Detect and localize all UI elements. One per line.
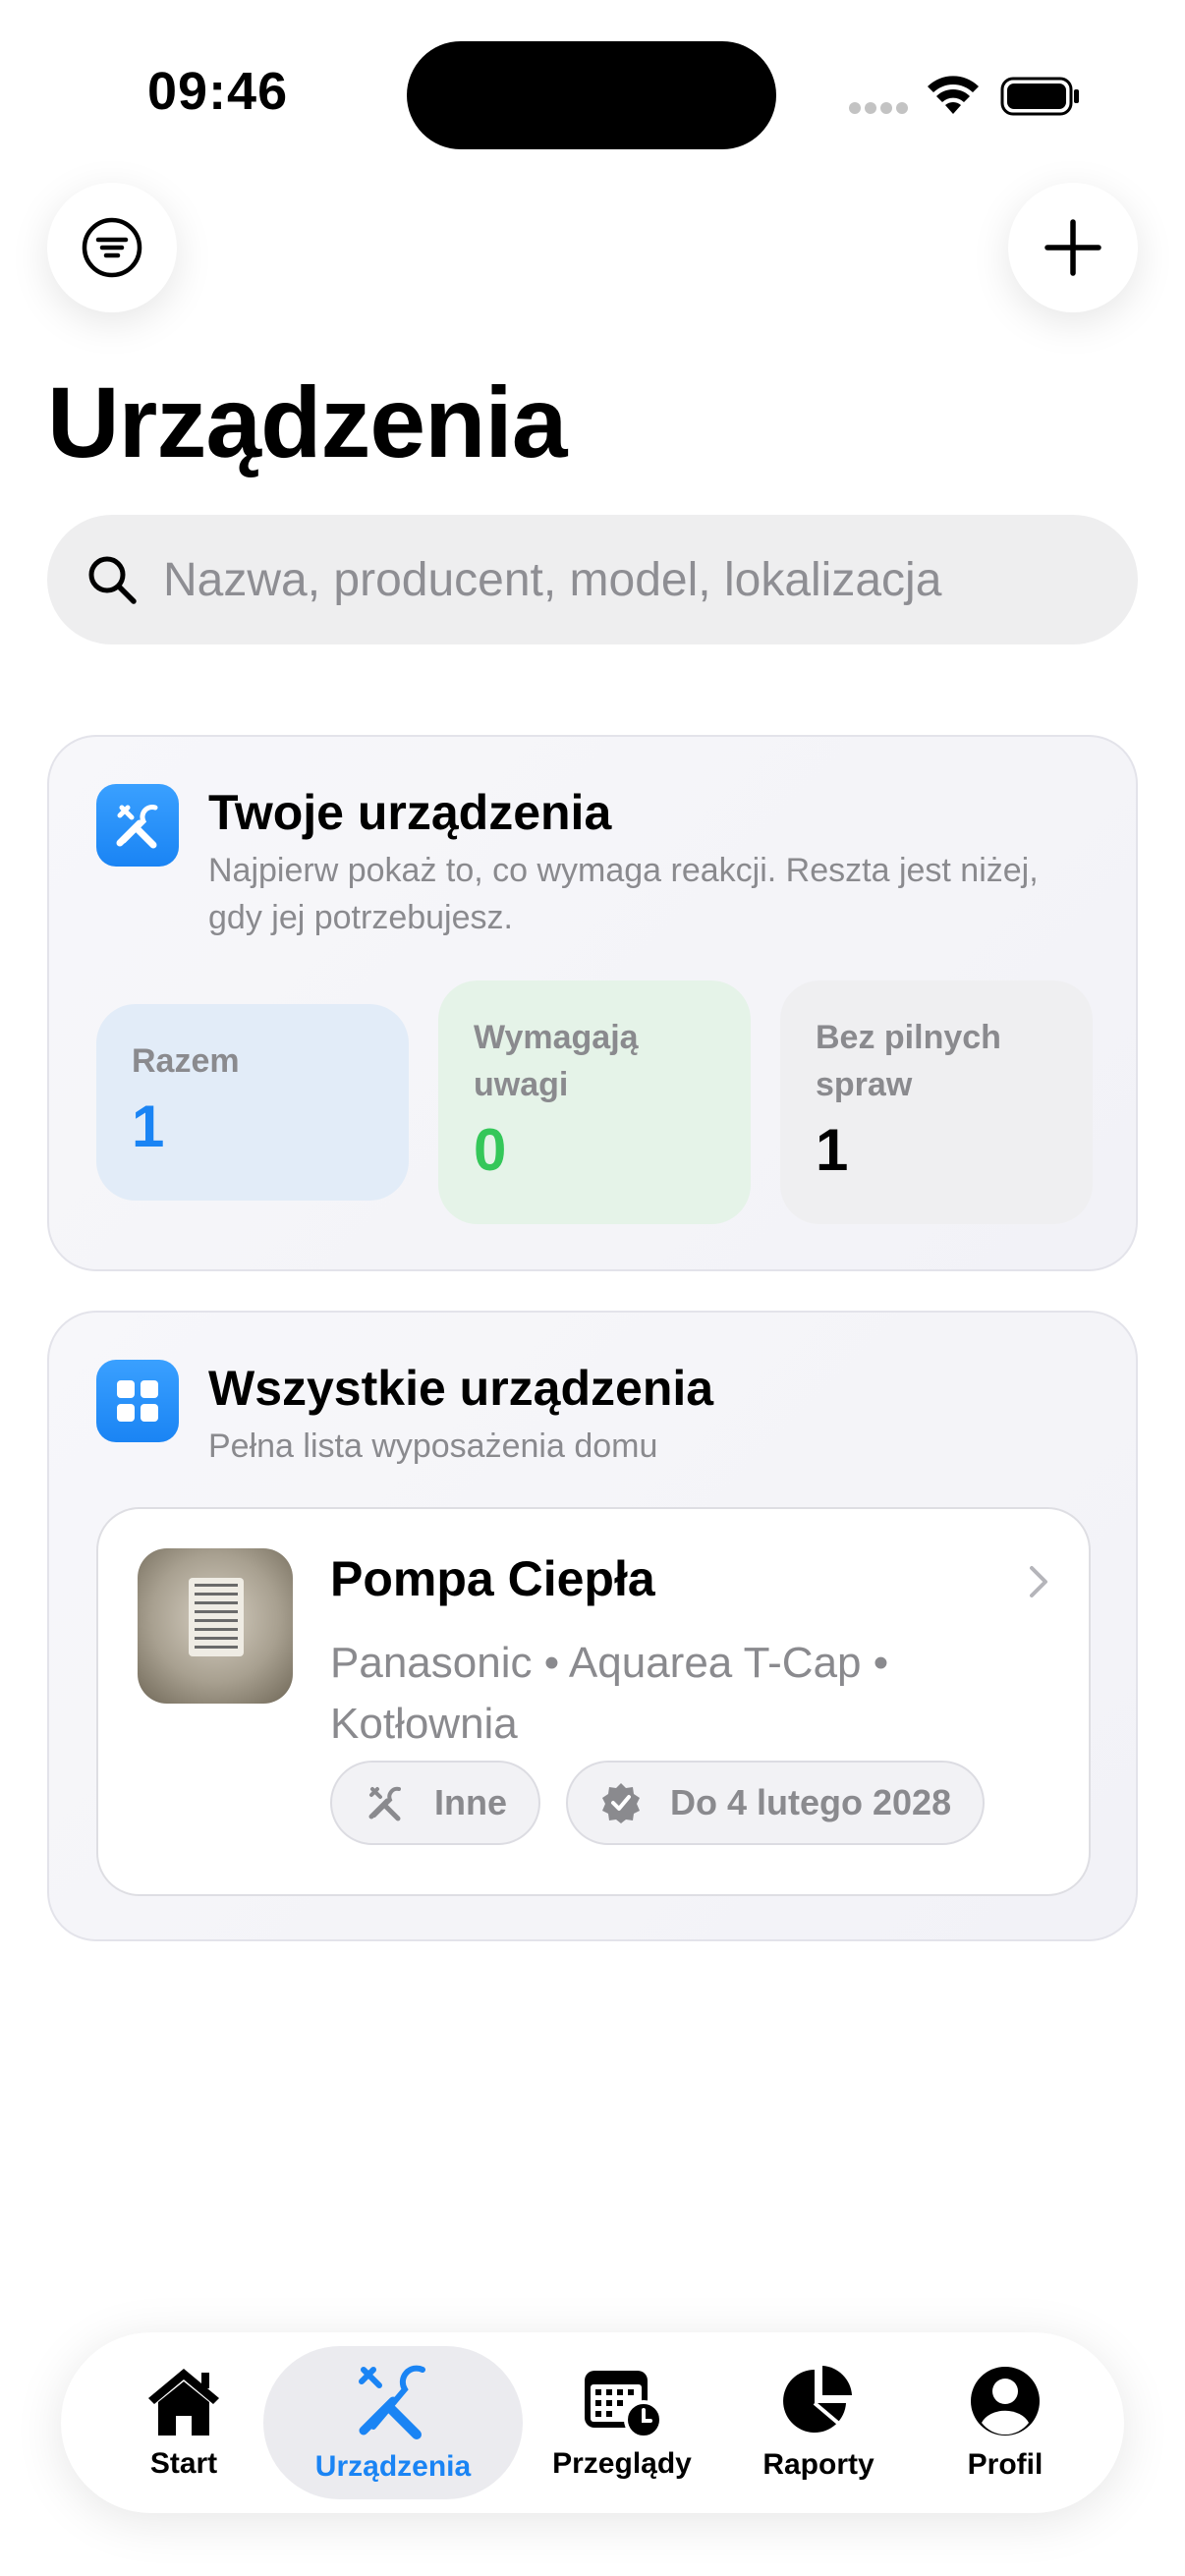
all-devices-card: Wszystkie urządzenia Pełna lista wyposaż…: [47, 1311, 1138, 1941]
stat-label: Razem: [132, 1042, 240, 1080]
tab-urzadzenia[interactable]: Urządzenia: [263, 2332, 523, 2513]
tools-icon: [368, 1786, 401, 1821]
stat-label: Bez pilnych spraw: [816, 1019, 1001, 1103]
page-title: Urządzenia: [47, 366, 567, 478]
search-icon: [88, 556, 137, 604]
all-devices-title: Wszystkie urządzenia: [208, 1361, 714, 1416]
device-list-item[interactable]: Pompa Ciepła Panasonic • Aquarea T-Cap •…: [96, 1507, 1091, 1896]
category-chip: Inne: [330, 1761, 541, 1845]
filter-button[interactable]: [47, 183, 177, 312]
tab-label: Profil: [967, 2448, 1044, 2481]
device-photo: [138, 1548, 293, 1704]
tools-icon: [359, 2365, 425, 2439]
stat-value: 1: [132, 1093, 165, 1159]
search-bar[interactable]: [47, 515, 1138, 644]
tab-label: Przeglądy: [552, 2447, 692, 2480]
filter-icon: [82, 217, 142, 278]
tab-bar: Start Urządzenia Przeglądy Raporty Profi…: [61, 2332, 1124, 2513]
calendar-clock-icon: [585, 2371, 663, 2437]
stat-value: 0: [474, 1117, 507, 1183]
chip-label: Do 4 lutego 2028: [670, 1782, 952, 1822]
tab-raporty[interactable]: Raporty: [725, 2332, 912, 2513]
stat-no-urgent[interactable]: Bez pilnych spraw 1: [780, 980, 1093, 1224]
cellular-signal-icon: [849, 102, 908, 116]
all-devices-subtitle: Pełna lista wyposażenia domu: [208, 1428, 658, 1465]
person-icon: [971, 2367, 1040, 2436]
chevron-right-icon: [1030, 1566, 1047, 1597]
add-device-button[interactable]: [1008, 183, 1138, 312]
summary-card-title: Twoje urządzenia: [208, 785, 612, 840]
tab-label: Urządzenia: [314, 2450, 472, 2483]
summary-card: Twoje urządzenia Najpierw pokaż to, co w…: [47, 735, 1138, 1271]
warranty-chip: Do 4 lutego 2028: [566, 1761, 986, 1845]
dynamic-island: [407, 41, 776, 149]
grid-icon: [96, 1360, 179, 1442]
house-icon: [148, 2369, 219, 2436]
plus-icon: [1044, 219, 1101, 276]
tab-label: Start: [149, 2447, 218, 2480]
stat-total[interactable]: Razem 1: [96, 1004, 409, 1201]
stat-label: Wymagają uwagi: [474, 1019, 639, 1103]
stat-value: 1: [816, 1117, 849, 1183]
tab-label: Raporty: [762, 2448, 875, 2481]
chip-label: Inne: [434, 1782, 508, 1822]
status-time: 09:46: [147, 62, 289, 121]
tools-icon: [96, 784, 179, 867]
tab-profil[interactable]: Profil: [912, 2332, 1099, 2513]
search-input[interactable]: [163, 552, 1106, 607]
verified-badge-icon: [602, 1783, 640, 1823]
battery-icon: [1000, 77, 1079, 116]
pie-chart-icon: [783, 2366, 852, 2433]
device-name: Pompa Ciepła: [330, 1551, 655, 1606]
device-meta: Panasonic • Aquarea T-Cap • Kotłownia: [330, 1639, 889, 1748]
summary-card-subtitle: Najpierw pokaż to, co wymaga reakcji. Re…: [208, 852, 1039, 936]
wifi-icon: [928, 76, 979, 114]
stat-needs-attention[interactable]: Wymagają uwagi 0: [438, 980, 751, 1224]
tab-przeglady[interactable]: Przeglądy: [529, 2332, 715, 2513]
tab-start[interactable]: Start: [90, 2332, 277, 2513]
status-bar: 09:46: [0, 0, 1185, 187]
